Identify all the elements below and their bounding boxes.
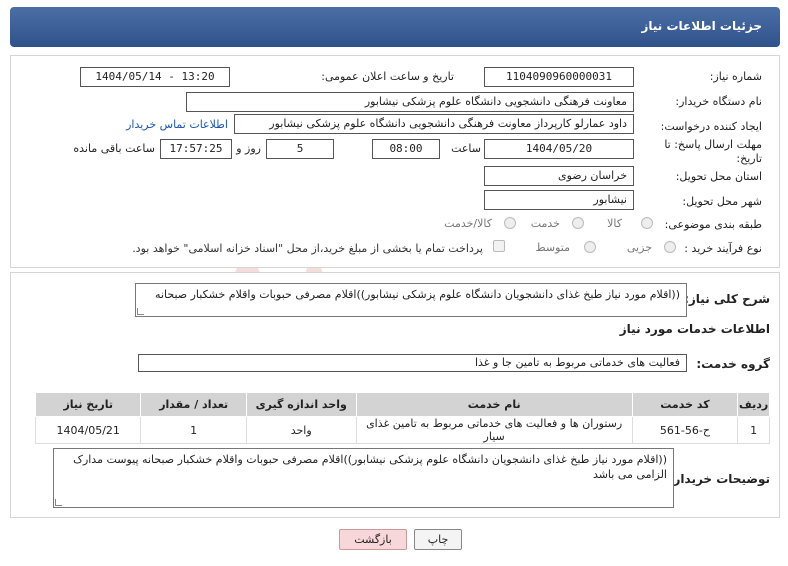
buyer-notes-text: ((اقلام مورد نیاز طبخ غذای دانشجویان دان… [73,453,667,481]
service-group-field: فعالیت های خدماتی مربوط به تامین جا و غذ… [138,354,687,372]
treasury-checkbox[interactable] [493,240,505,252]
requester-field: داود عمارلو کارپرداز معاونت فرهنگی دانشج… [234,114,634,134]
col-header-code: کد خدمت [631,392,739,417]
col-header-date: تاریخ نیاز [34,392,142,417]
summary-text: ((اقلام مورد نیاز طبخ غذای دانشجویان دان… [155,288,680,301]
days-label: روز و [236,142,261,155]
services-section-title: اطلاعات خدمات مورد نیاز [619,322,770,336]
province-label: استان محل تحویل: [675,170,762,183]
deadline-label-line1: مهلت ارسال پاسخ: تا [664,138,762,151]
col-header-unit: واحد اندازه گیری [245,392,357,417]
summary-label: شرح کلی نیاز: [684,292,770,306]
need-number-field: 1104090960000031 [484,67,634,87]
back-button[interactable]: بازگشت [339,529,407,550]
deadline-date-field: 1404/05/20 [484,139,634,159]
category-radio-goods[interactable] [641,217,653,229]
category-option-goods: کالا [607,217,622,230]
col-header-name: نام خدمت [355,392,633,417]
category-radio-goods-service[interactable] [504,217,516,229]
services-table: ردیف کد خدمت نام خدمت واحد اندازه گیری ت… [34,392,770,444]
table-header-row: ردیف کد خدمت نام خدمت واحد اندازه گیری ت… [34,392,770,417]
category-label: طبقه بندی موضوعی: [664,218,762,231]
deadline-time-label: ساعت [451,142,481,155]
need-number-label: شماره نیاز: [709,70,762,83]
deadline-label-line2: تاریخ: [736,152,762,165]
remaining-label: ساعت باقی مانده [73,142,155,155]
page-title: جزئیات اطلاعات نیاز [641,19,762,33]
category-option-service: خدمت [530,217,560,230]
city-field: نیشابور [484,190,634,210]
purchase-type-label: نوع فرآیند خرید : [684,242,762,255]
table-row: 1 ح-56-561 رستوران ها و فعالیت های خدمات… [34,416,770,444]
remaining-days-field: 5 [266,139,334,159]
purchase-radio-minor[interactable] [664,241,676,253]
print-button[interactable]: چاپ [414,529,462,550]
deadline-time-field: 08:00 [372,139,440,159]
col-header-row-num: ردیف [737,392,770,417]
buyer-notes-textarea: ((اقلام مورد نیاز طبخ غذای دانشجویان دان… [53,448,674,508]
cell-date: 1404/05/21 [34,416,142,444]
service-group-label: گروه خدمت: [696,357,770,371]
cell-code: ح-56-561 [631,416,739,444]
treasury-note: پرداخت تمام یا بخشی از مبلغ خرید،از محل … [132,242,483,255]
cell-qty: 1 [140,416,247,444]
cell-unit: واحد [245,416,357,444]
page-header: جزئیات اطلاعات نیاز [10,7,780,47]
buyer-org-field: معاونت فرهنگی دانشجویی دانشگاه علوم پزشک… [186,92,634,112]
province-field: خراسان رضوی [484,166,634,186]
purchase-option-minor: جزیی [626,241,652,254]
buyer-notes-label: توضیحات خریدار: [668,472,770,486]
requester-label: ایجاد کننده درخواست: [660,120,762,133]
announce-datetime-field: 1404/05/14 - 13:20 [80,67,230,87]
remaining-time-field: 17:57:25 [160,139,232,159]
city-label: شهر محل تحویل: [682,195,762,208]
cell-name: رستوران ها و فعالیت های خدماتی مربوط به … [355,416,633,444]
buyer-org-label: نام دستگاه خریدار: [675,95,762,108]
purchase-radio-medium[interactable] [584,241,596,253]
col-header-qty: تعداد / مقدار [140,392,247,417]
category-option-goods-service: کالا/خدمت [444,217,492,230]
resize-handle[interactable] [55,499,62,506]
summary-textarea: ((اقلام مورد نیاز طبخ غذای دانشجویان دان… [135,283,687,317]
category-radio-service[interactable] [572,217,584,229]
announce-datetime-label: تاریخ و ساعت اعلان عمومی: [321,70,454,83]
resize-handle[interactable] [137,308,144,315]
purchase-option-medium: متوسط [535,241,570,254]
buyer-contact-link[interactable]: اطلاعات تماس خریدار [126,118,228,131]
cell-row-num: 1 [737,416,770,444]
